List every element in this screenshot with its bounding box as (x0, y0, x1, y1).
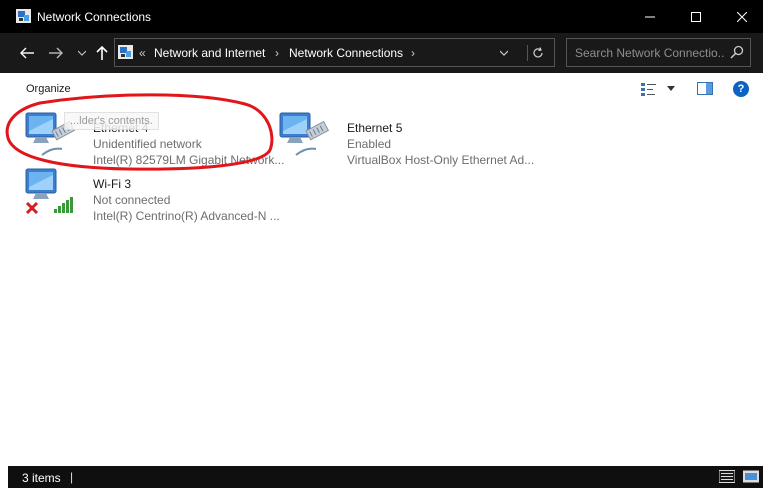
item-device: VirtualBox Host-Only Ethernet Ad... (347, 153, 535, 167)
navigation-bar: « Network and Internet › Network Connect… (0, 33, 763, 73)
status-separator: | (70, 470, 74, 484)
close-icon (737, 11, 747, 22)
item-status: Unidentified network (93, 137, 202, 151)
chevron-down-icon (78, 50, 86, 56)
details-view-toggle-icon[interactable] (719, 470, 735, 483)
view-options-arrow-icon[interactable] (667, 86, 675, 91)
address-bar[interactable]: « Network and Internet › Network Connect… (114, 38, 555, 67)
maximize-button[interactable] (673, 0, 719, 33)
back-button[interactable] (17, 43, 37, 63)
red-x-icon (25, 201, 39, 215)
up-button[interactable] (92, 43, 112, 63)
window-title: Network Connections (37, 10, 152, 24)
ethernet-adapter-icon (279, 112, 330, 156)
search-icon[interactable] (730, 45, 744, 59)
minimize-button[interactable] (627, 0, 673, 33)
breadcrumb-network-and-internet[interactable]: Network and Internet (154, 46, 265, 60)
command-bar: Organize ? (8, 73, 763, 103)
refresh-button[interactable] (527, 45, 548, 61)
arrow-right-icon (49, 47, 63, 59)
tooltip: ...lder's contents. (64, 112, 159, 130)
list-item[interactable]: Ethernet 5 Enabled VirtualBox Host-Only … (276, 109, 534, 167)
forward-button[interactable] (46, 43, 66, 63)
chevron-down-icon (500, 50, 508, 56)
item-device: Intel(R) Centrino(R) Advanced-N ... (93, 209, 280, 223)
arrow-left-icon (20, 47, 34, 59)
signal-bars-icon (54, 197, 73, 213)
item-name: Wi-Fi 3 (93, 177, 131, 191)
preview-pane-icon[interactable] (697, 82, 713, 95)
arrow-up-icon (96, 46, 108, 60)
list-item[interactable]: Wi-Fi 3 Not connected Intel(R) Centrino(… (22, 165, 280, 223)
address-overflow-chevron[interactable]: « (139, 46, 146, 60)
network-connections-app-icon (16, 9, 31, 23)
organize-menu[interactable]: Organize (26, 83, 71, 95)
connections-list: Ethernet 4 Unidentified network Intel(R)… (8, 103, 763, 465)
status-bar: 3 items | (8, 466, 763, 488)
item-name: Ethernet 5 (347, 121, 403, 135)
recent-locations-button[interactable] (72, 43, 92, 63)
wifi-adapter-icon (25, 168, 73, 215)
search-input[interactable]: Search Network Connectio... (575, 46, 725, 60)
address-dropdown-button[interactable] (496, 45, 512, 61)
title-bar: Network Connections (0, 0, 763, 33)
refresh-icon (533, 47, 543, 58)
search-box[interactable]: Search Network Connectio... (566, 38, 751, 67)
breadcrumb-separator[interactable]: › (275, 46, 279, 60)
item-status: Enabled (347, 137, 392, 151)
maximize-icon (691, 11, 701, 22)
minimize-icon (645, 16, 655, 17)
item-status: Not connected (93, 193, 171, 207)
network-connections-folder-icon (118, 45, 133, 59)
close-button[interactable] (719, 0, 763, 33)
breadcrumb-separator-end[interactable]: › (411, 46, 415, 60)
large-icons-view-toggle-icon[interactable] (743, 470, 759, 483)
details-view-icon[interactable] (641, 82, 657, 96)
left-margin (0, 73, 8, 488)
breadcrumb-network-connections[interactable]: Network Connections (289, 46, 403, 60)
item-count: 3 items (22, 471, 61, 485)
help-icon[interactable]: ? (733, 81, 749, 97)
